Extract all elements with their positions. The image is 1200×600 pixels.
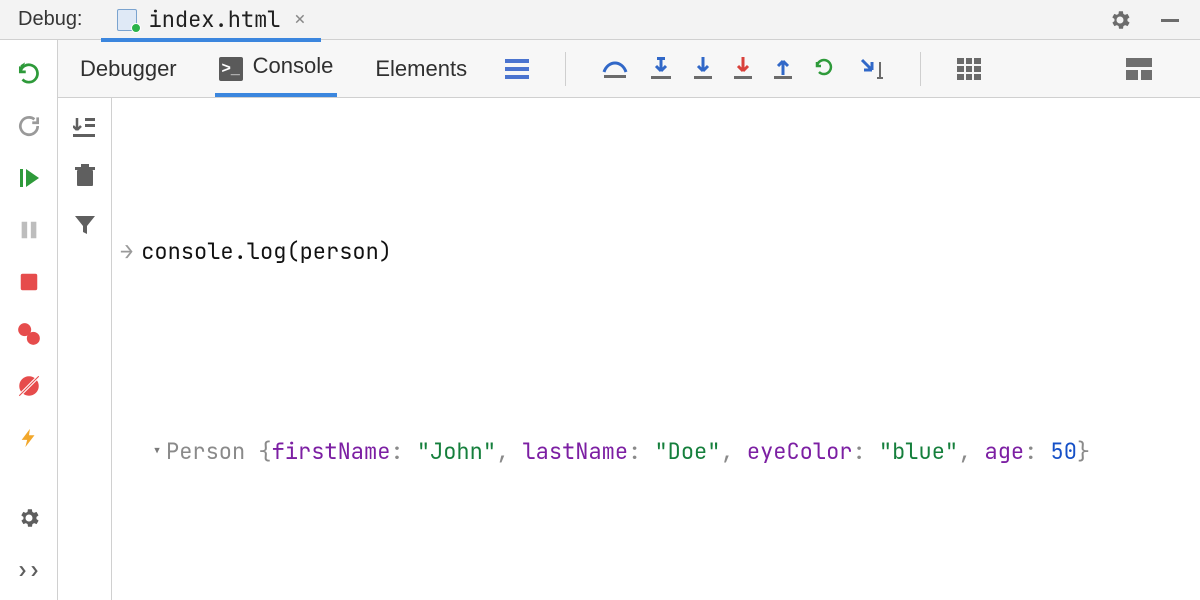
- step-over-icon[interactable]: [602, 58, 628, 80]
- console-output: → console.log(person) Person {firstName:…: [112, 98, 1200, 600]
- step-into-my-icon[interactable]: [694, 57, 712, 81]
- stop-icon[interactable]: [15, 268, 43, 296]
- settings-gear-icon[interactable]: [15, 504, 43, 532]
- file-tab[interactable]: index.html ✕: [101, 2, 322, 42]
- mute-breakpoints-icon[interactable]: [15, 372, 43, 400]
- close-icon[interactable]: ✕: [291, 8, 310, 31]
- debug-gutter: ››: [0, 40, 58, 600]
- scroll-to-end-icon[interactable]: [73, 116, 97, 138]
- resume-icon[interactable]: [15, 164, 43, 192]
- file-tab-label: index.html: [149, 5, 281, 34]
- console-gutter: [58, 98, 112, 600]
- layout-icon[interactable]: [1126, 58, 1152, 80]
- tab-console[interactable]: >_ Console: [215, 53, 338, 97]
- file-html-icon: [115, 9, 139, 31]
- tab-elements[interactable]: Elements: [371, 56, 471, 94]
- update-icon[interactable]: [15, 112, 43, 140]
- minimize-icon[interactable]: [1158, 8, 1182, 32]
- rerun-icon[interactable]: [15, 60, 43, 88]
- debug-label: Debug:: [0, 8, 101, 31]
- trash-icon[interactable]: [74, 164, 96, 188]
- titlebar: Debug: index.html ✕: [0, 0, 1200, 40]
- gear-icon[interactable]: [1108, 8, 1132, 32]
- console-mark-icon: >_: [219, 57, 243, 81]
- step-out-icon[interactable]: [774, 57, 792, 81]
- breakpoints-icon[interactable]: [15, 320, 43, 348]
- evaluate-grid-icon[interactable]: [957, 58, 981, 80]
- pause-icon[interactable]: [15, 216, 43, 244]
- step-into-icon[interactable]: [650, 57, 672, 81]
- drop-frame-icon[interactable]: [860, 58, 884, 80]
- chevron-down-icon[interactable]: [148, 432, 166, 474]
- object-summary[interactable]: Person {firstName: "John", lastName: "Do…: [118, 432, 1188, 474]
- debug-toolbar: Debugger >_ Console Elements: [58, 40, 1200, 98]
- lightning-icon[interactable]: [15, 424, 43, 452]
- run-to-cursor-icon[interactable]: [814, 58, 838, 80]
- tab-console-label: Console: [253, 53, 334, 78]
- console-input-line: → console.log(person): [118, 232, 1188, 272]
- input-arrow-icon: →: [118, 232, 141, 272]
- tab-debugger[interactable]: Debugger: [76, 56, 181, 94]
- force-step-into-icon[interactable]: [734, 57, 752, 81]
- class-name: Person: [166, 437, 245, 466]
- console-input-text: console.log(person): [141, 232, 392, 272]
- filter-icon[interactable]: [73, 214, 97, 236]
- more-icon[interactable]: ››: [15, 556, 43, 584]
- hamburger-icon[interactable]: [505, 59, 529, 79]
